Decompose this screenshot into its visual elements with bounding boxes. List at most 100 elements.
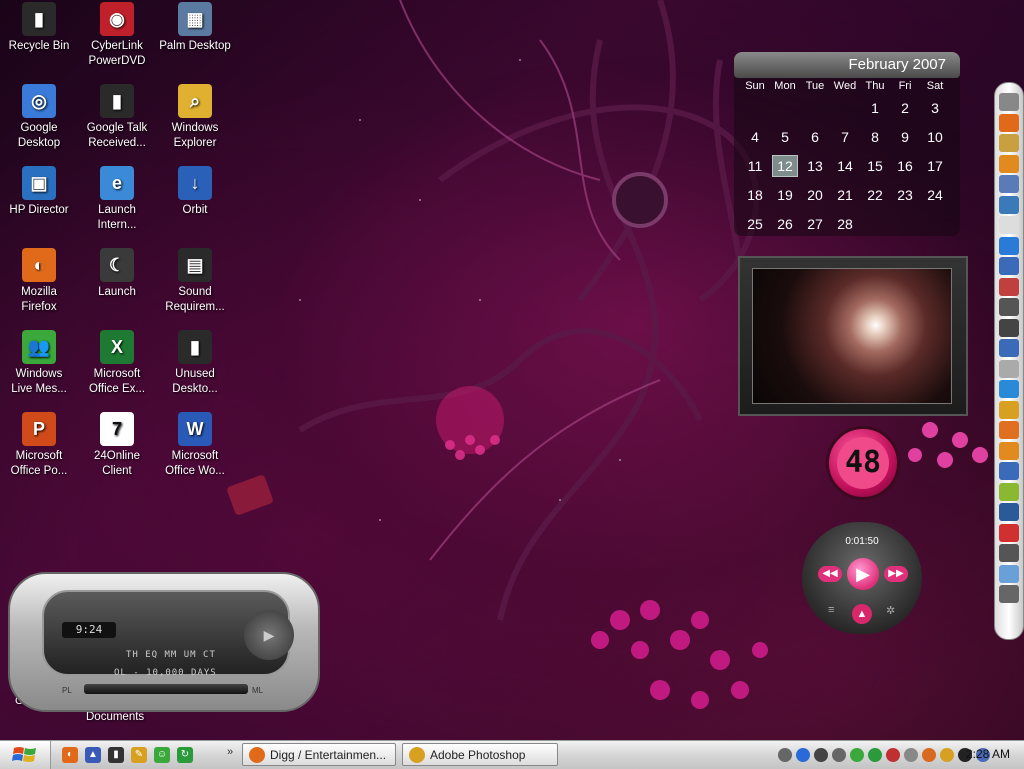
document-icon[interactable] xyxy=(999,134,1019,152)
desktop-icon[interactable]: ▤ Sound Requirem... xyxy=(156,248,234,315)
desktop-icon[interactable]: ▮ Google Talk Received... xyxy=(78,84,156,151)
desktop-icon[interactable]: ◎ Google Desktop xyxy=(0,84,78,151)
cone-icon[interactable] xyxy=(999,154,1019,173)
film-icon[interactable] xyxy=(999,298,1019,316)
calendar-day[interactable]: 24 xyxy=(920,181,950,210)
desktop-icon[interactable]: ◉ CyberLink PowerDVD xyxy=(78,2,156,69)
media-icon[interactable] xyxy=(796,747,810,762)
calendar-day[interactable]: 27 xyxy=(800,210,830,239)
calendar-day[interactable]: 13 xyxy=(800,152,830,181)
pen-icon[interactable] xyxy=(999,318,1019,337)
desktop-icon[interactable]: ↓ Orbit xyxy=(156,166,234,218)
media-player-icon[interactable] xyxy=(999,236,1019,255)
calendar-day[interactable]: 9 xyxy=(890,123,920,152)
network-icon[interactable] xyxy=(832,747,846,762)
task-button[interactable]: Digg / Entertainmen... xyxy=(242,743,396,766)
player-seek-bar[interactable] xyxy=(84,684,248,694)
lifebuoy-icon[interactable] xyxy=(999,523,1019,542)
settings-icon[interactable]: ✲ xyxy=(886,604,895,617)
users-icon[interactable] xyxy=(999,175,1019,193)
pencil-icon[interactable] xyxy=(999,400,1019,419)
camera-icon[interactable] xyxy=(814,747,828,762)
calendar-day[interactable]: 23 xyxy=(890,181,920,210)
flickr-icon[interactable] xyxy=(999,462,1019,480)
media-library-button[interactable]: ML xyxy=(252,686,263,695)
desktop-icon[interactable]: ▮ Unused Deskto... xyxy=(156,330,234,397)
menu-icon[interactable]: ≡ xyxy=(828,604,834,616)
picture-icon[interactable] xyxy=(999,257,1019,275)
desktop-icon[interactable]: X Microsoft Office Ex... xyxy=(78,330,156,397)
blogger-icon[interactable] xyxy=(999,421,1019,439)
calendar-day[interactable]: 3 xyxy=(920,94,950,123)
taskbar-clock[interactable]: 2:28 AM xyxy=(966,747,1010,761)
desktop-icon[interactable]: 7 24Online Client xyxy=(78,412,156,479)
alert-icon[interactable] xyxy=(922,747,936,762)
clock-icon[interactable] xyxy=(999,216,1019,234)
firefox-icon[interactable]: ◐ xyxy=(62,747,78,763)
start-button[interactable] xyxy=(0,741,51,769)
paint-icon[interactable] xyxy=(999,482,1019,501)
refresh-icon[interactable]: ↻ xyxy=(177,747,193,763)
playlist-button[interactable]: PL xyxy=(62,686,72,695)
counter-gadget[interactable]: 48 xyxy=(826,426,900,500)
feather-icon[interactable] xyxy=(999,93,1019,111)
calendar-day[interactable]: 5 xyxy=(770,123,800,152)
eject-button[interactable]: ▲ xyxy=(852,604,872,624)
calendar-day[interactable]: 20 xyxy=(800,181,830,210)
calendar-day[interactable]: 28 xyxy=(830,210,860,239)
recycle-bin-icon[interactable] xyxy=(999,564,1019,583)
calendar-day[interactable]: 25 xyxy=(740,210,770,239)
next-button[interactable]: ▶▶ xyxy=(884,566,908,582)
desktop-icon[interactable]: ▦ Palm Desktop xyxy=(156,2,234,54)
calendar-gadget[interactable]: February 2007 Sun Mon Tue Wed Thu Fri Sat 1 2 3 4 5… xyxy=(734,52,960,236)
documents-label[interactable]: Documents xyxy=(86,711,144,723)
previous-button[interactable]: ◀◀ xyxy=(818,566,842,582)
calendar-day[interactable]: 14 xyxy=(830,152,860,181)
digg-icon[interactable] xyxy=(999,339,1019,357)
terminal-icon[interactable]: ▮ xyxy=(108,747,124,763)
desktop-icon[interactable]: e Launch Intern... xyxy=(78,166,156,233)
desktop-icon[interactable]: ◐ Mozilla Firefox xyxy=(0,248,78,315)
calendar-day[interactable]: 16 xyxy=(890,152,920,181)
player-equalizer-labels[interactable]: TH EQ MM UM CT xyxy=(126,650,226,660)
calendar-day[interactable]: 22 xyxy=(860,181,890,210)
calendar-day[interactable]: 2 xyxy=(890,94,920,123)
calendar-day[interactable]: 10 xyxy=(920,123,950,152)
mail-icon[interactable] xyxy=(999,359,1019,378)
desktop-icon[interactable]: P Microsoft Office Po... xyxy=(0,412,78,479)
launcher-icon[interactable]: ▲ xyxy=(85,747,101,763)
calendar-day[interactable]: 15 xyxy=(860,152,890,181)
power-icon[interactable] xyxy=(999,585,1019,603)
calendar-day[interactable]: 26 xyxy=(770,210,800,239)
calendar-day[interactable]: 18 xyxy=(740,181,770,210)
desktop-icon[interactable]: 👥 Windows Live Mes... xyxy=(0,330,78,397)
desktop-icon[interactable]: ▮ Recycle Bin xyxy=(0,2,78,54)
calendar-day[interactable]: 1 xyxy=(860,94,890,123)
tools-icon[interactable] xyxy=(999,544,1019,562)
update-icon[interactable] xyxy=(868,747,882,762)
globe-icon[interactable] xyxy=(999,380,1019,398)
messenger-icon[interactable]: ☺ xyxy=(154,747,170,763)
messenger-icon[interactable] xyxy=(850,747,864,762)
task-button[interactable]: Adobe Photoshop xyxy=(402,743,558,766)
google-talk-icon[interactable] xyxy=(999,195,1019,214)
digg-icon[interactable] xyxy=(999,503,1019,521)
calendar-day[interactable]: 8 xyxy=(860,123,890,152)
calendar-day[interactable]: 11 xyxy=(740,152,770,181)
calendar-day[interactable]: 21 xyxy=(830,181,860,210)
desktop-icon[interactable]: ☾ Launch xyxy=(78,248,156,300)
calendar-day[interactable]: 4 xyxy=(740,123,770,152)
desktop-icon[interactable]: W Microsoft Office Wo... xyxy=(156,412,234,479)
quick-launch-overflow-button[interactable]: » xyxy=(227,746,233,758)
music-player-skin[interactable]: 9:24 TH EQ MM UM CT OL - 10,000 DAYS ▶ P… xyxy=(8,572,320,712)
desktop-icon[interactable]: ▣ HP Director xyxy=(0,166,78,218)
calendar-month-title[interactable]: February 2007 xyxy=(734,52,960,78)
tray-arrow-icon[interactable] xyxy=(778,747,792,762)
stop-icon[interactable] xyxy=(886,747,900,762)
calendar-day[interactable]: 7 xyxy=(830,123,860,152)
firefox-icon[interactable] xyxy=(999,113,1019,132)
security-icon[interactable] xyxy=(904,747,918,762)
calendar-day[interactable]: 12 xyxy=(770,152,800,181)
play-button[interactable]: ▶ xyxy=(847,558,879,590)
people-icon[interactable] xyxy=(999,277,1019,296)
